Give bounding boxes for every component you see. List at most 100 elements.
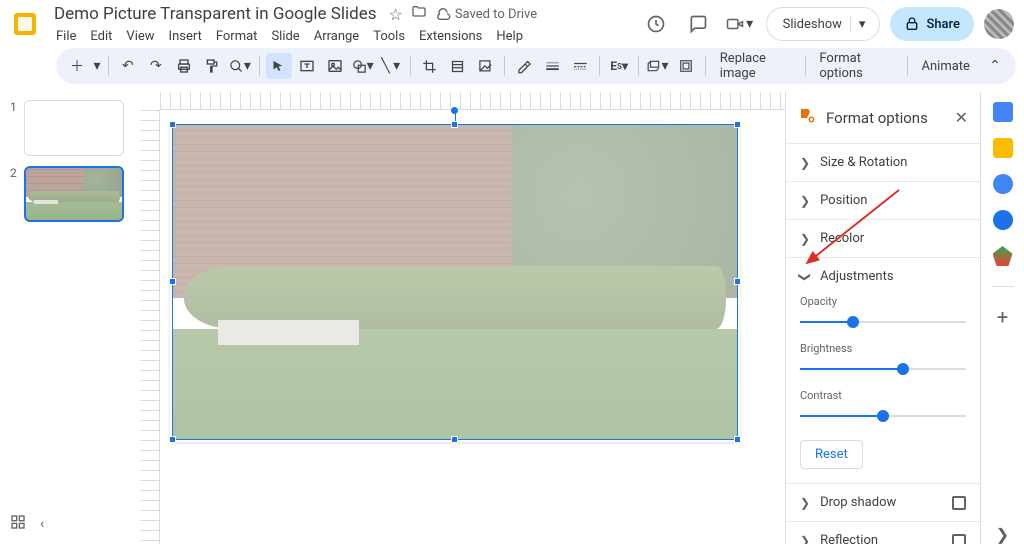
star-icon[interactable]: ☆ (388, 5, 402, 24)
menu-help[interactable]: Help (490, 27, 529, 46)
section-reflection[interactable]: ❯ Reflection (786, 522, 980, 544)
slideshow-label: Slideshow (783, 17, 842, 32)
resize-handle-bm[interactable] (451, 436, 458, 443)
toolbar: ＋ ▾ ↶ ↷ ▾ ▾ ╲ ▾ ES ▾ ▾ (56, 48, 1016, 84)
new-slide-dropdown[interactable]: ▾ (92, 53, 102, 79)
menu-view[interactable]: View (120, 27, 160, 46)
hide-rail-icon[interactable]: ❯ (993, 524, 1013, 544)
section-drop-shadow[interactable]: ❯ Drop shadow (786, 484, 980, 521)
ruler-vertical[interactable] (140, 110, 160, 544)
menu-extensions[interactable]: Extensions (413, 27, 488, 46)
rotation-handle[interactable] (451, 107, 458, 114)
select-tool[interactable] (266, 53, 292, 79)
section-position[interactable]: ❯ Position (786, 182, 980, 219)
slide-thumb-2[interactable]: 2 (10, 166, 130, 222)
grid-view-icon[interactable] (10, 514, 26, 534)
slide-canvas[interactable] (170, 122, 740, 442)
textbox-tool[interactable] (294, 53, 320, 79)
effects-button[interactable]: ES ▾ (606, 53, 632, 79)
calendar-addon-icon[interactable] (993, 102, 1013, 122)
position-button[interactable] (673, 53, 699, 79)
border-color-button[interactable] (511, 53, 537, 79)
collapse-toolbar-button[interactable]: ⌃ (982, 53, 1008, 79)
new-slide-button[interactable]: ＋ (64, 53, 90, 79)
contacts-addon-icon[interactable] (993, 210, 1013, 230)
resize-handle-br[interactable] (734, 436, 741, 443)
resize-handle-tm[interactable] (451, 121, 458, 128)
reset-image-button[interactable] (472, 53, 498, 79)
canvas-area[interactable] (140, 92, 785, 544)
resize-handle-tl[interactable] (169, 121, 176, 128)
get-addons-icon[interactable]: + (993, 307, 1013, 327)
comment-icon[interactable] (682, 8, 714, 40)
brightness-slider-thumb[interactable] (897, 363, 909, 375)
crop-button[interactable] (416, 53, 442, 79)
border-weight-button[interactable] (539, 53, 565, 79)
menu-edit[interactable]: Edit (84, 27, 118, 46)
opacity-slider[interactable] (800, 316, 966, 328)
selected-image[interactable] (172, 124, 738, 440)
tasks-addon-icon[interactable] (993, 174, 1013, 194)
resize-handle-bl[interactable] (169, 436, 176, 443)
drop-shadow-checkbox[interactable] (952, 496, 966, 510)
close-icon[interactable]: ✕ (955, 108, 968, 127)
zoom-button[interactable]: ▾ (227, 53, 253, 79)
section-label: Size & Rotation (820, 155, 907, 170)
crop-mode-button[interactable]: ▾ (645, 53, 671, 79)
menu-insert[interactable]: Insert (163, 27, 208, 46)
chevron-right-icon: ❯ (800, 534, 810, 544)
document-title[interactable]: Demo Picture Transparent in Google Slide… (50, 2, 380, 26)
menu-arrange[interactable]: Arrange (308, 27, 365, 46)
section-label: Adjustments (820, 269, 894, 284)
print-button[interactable] (171, 53, 197, 79)
animate-button[interactable]: Animate (914, 59, 978, 74)
chevron-down-icon: ❯ (798, 271, 812, 281)
border-dash-button[interactable] (567, 53, 593, 79)
section-recolor[interactable]: ❯ Recolor (786, 220, 980, 257)
paint-format-button[interactable] (199, 53, 225, 79)
menu-format[interactable]: Format (210, 27, 264, 46)
section-size-rotation[interactable]: ❯ Size & Rotation (786, 144, 980, 181)
undo-button[interactable]: ↶ (115, 53, 141, 79)
replace-image-button[interactable]: Replace image (712, 51, 799, 81)
contrast-slider-thumb[interactable] (877, 410, 889, 422)
resize-handle-mr[interactable] (734, 278, 741, 285)
chevron-down-icon: ▾ (746, 16, 753, 32)
account-avatar[interactable] (984, 9, 1014, 39)
mask-button[interactable] (444, 53, 470, 79)
format-options-button[interactable]: Format options (811, 51, 900, 81)
section-adjustments[interactable]: ❯ Adjustments (786, 258, 980, 295)
shape-tool[interactable]: ▾ (350, 53, 376, 79)
app-logo[interactable] (10, 9, 40, 39)
maps-addon-icon[interactable] (993, 246, 1013, 266)
collapse-filmstrip-icon[interactable]: ‹ (40, 516, 44, 532)
save-status[interactable]: Saved to Drive (435, 6, 537, 22)
menu-slide[interactable]: Slide (265, 27, 305, 46)
image-tool[interactable] (322, 53, 348, 79)
share-label: Share (926, 17, 960, 32)
redo-button[interactable]: ↷ (143, 53, 169, 79)
slideshow-button[interactable]: Slideshow ▾ (766, 7, 881, 41)
slide-number: 2 (10, 166, 18, 222)
share-button[interactable]: Share (890, 7, 974, 41)
meet-icon[interactable]: ▾ (724, 8, 756, 40)
ruler-horizontal[interactable] (160, 92, 785, 110)
reset-button[interactable]: Reset (800, 440, 863, 469)
slideshow-dropdown[interactable]: ▾ (850, 17, 874, 32)
line-tool[interactable]: ╲ ▾ (378, 53, 404, 79)
chevron-right-icon: ❯ (800, 496, 810, 510)
resize-handle-ml[interactable] (169, 278, 176, 285)
keep-addon-icon[interactable] (993, 138, 1013, 158)
reflection-checkbox[interactable] (952, 534, 966, 544)
panel-title: Format options (826, 109, 945, 127)
slide-thumb-1[interactable]: 1 (10, 100, 130, 156)
brightness-slider[interactable] (800, 363, 966, 375)
history-icon[interactable] (640, 8, 672, 40)
move-folder-icon[interactable] (411, 4, 427, 24)
menu-tools[interactable]: Tools (367, 27, 411, 46)
contrast-slider[interactable] (800, 410, 966, 422)
menu-file[interactable]: File (50, 27, 82, 46)
opacity-slider-thumb[interactable] (847, 316, 859, 328)
resize-handle-tr[interactable] (734, 121, 741, 128)
image-content (173, 125, 737, 439)
